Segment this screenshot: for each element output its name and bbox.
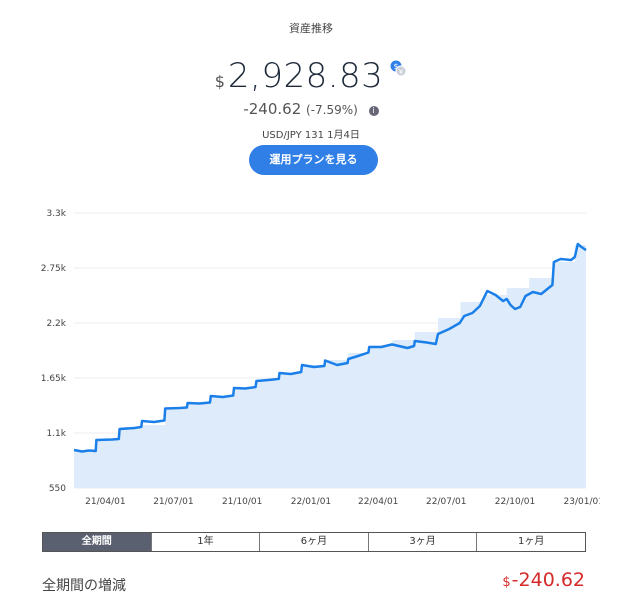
view-plan-button[interactable]: 運用プランを見る — [249, 145, 378, 175]
y-tick-label: 3.3k — [46, 209, 66, 219]
y-tick-label: 2.2k — [46, 319, 66, 329]
y-tick-label: 550 — [49, 484, 66, 494]
tab-1m[interactable]: 1ヶ月 — [476, 533, 585, 551]
x-tick-label: 21/07/01 — [153, 497, 193, 507]
total-change-value: $-240.62 — [502, 569, 585, 591]
x-tick-label: 22/01/01 — [291, 497, 331, 507]
currency-symbol: $ — [214, 72, 225, 91]
y-tick-label: 1.65k — [41, 374, 67, 384]
tab-6m[interactable]: 6ヶ月 — [259, 533, 368, 551]
currency-switch-icon[interactable]: $ ¥ — [389, 59, 407, 77]
change-percent: (-7.59%) — [306, 103, 358, 117]
total-currency-symbol: $ — [502, 575, 511, 590]
tab-1y[interactable]: 1年 — [150, 533, 260, 551]
period-tabs: 全期間 1年 6ヶ月 3ヶ月 1ヶ月 — [42, 532, 586, 552]
y-tick-label: 1.1k — [46, 429, 66, 439]
x-tick-label: 22/04/01 — [358, 497, 398, 507]
asset-amount: 2,928.83 — [227, 56, 384, 96]
info-icon[interactable]: i — [368, 106, 379, 116]
svg-text:¥: ¥ — [399, 68, 404, 76]
investment-area — [74, 226, 586, 488]
tab-3m[interactable]: 3ヶ月 — [367, 533, 477, 551]
x-tick-label: 23/01/01 — [564, 497, 600, 507]
x-tick-label: 22/07/01 — [426, 497, 466, 507]
x-tick-label: 21/04/01 — [85, 497, 125, 507]
total-change-amount: -240.62 — [511, 569, 585, 591]
total-asset: $ 2,928.83 $ ¥ — [0, 56, 622, 96]
fx-rate: USD/JPY 131 1月4日 — [262, 130, 360, 141]
y-tick-label: 2.75k — [41, 264, 67, 274]
asset-chart: 550 1.1k 1.65k 2.2k 2.75k 3.3k 21/04/01 21/07/0… — [41, 209, 600, 507]
change-value: -240.62 — [243, 100, 302, 118]
page-title: 資産推移 — [289, 22, 333, 35]
x-tick-label: 22/10/01 — [495, 497, 535, 507]
x-tick-label: 21/10/01 — [222, 497, 262, 507]
asset-change: -240.62 (-7.59%) i — [0, 100, 622, 118]
total-change-label: 全期間の増減 — [42, 578, 126, 594]
tab-all[interactable]: 全期間 — [43, 533, 151, 551]
